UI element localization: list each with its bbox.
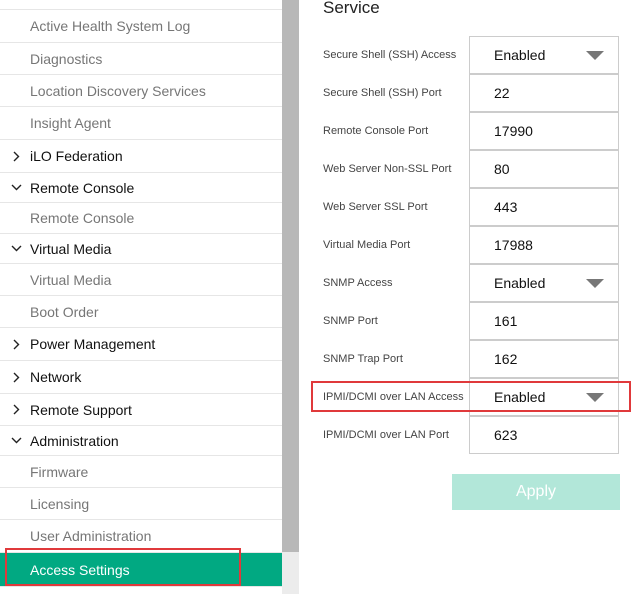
sidebar-item-label: iLO Federation [30,148,123,164]
ipmi-dcmi-over-lan-access-select[interactable]: Enabled [469,378,619,416]
sidebar-nav: Active Health System Log Diagnostics Locat… [0,0,282,594]
sidebar-item-label: Access Settings [30,561,130,578]
sidebar-item-partial[interactable] [0,0,282,10]
snmp-access-value: Enabled [494,275,546,291]
snmp-trap-port-value: 162 [494,351,518,367]
chevron-right-icon [10,404,22,416]
sidebar-item-label: Diagnostics [30,50,103,67]
secure-shell-ssh-port-value: 22 [494,85,510,101]
web-server-non-ssl-port-label: Web Server Non-SSL Port [323,163,452,175]
sidebar-item-boot-order[interactable]: Boot Order [0,296,282,328]
sidebar-item-label: Virtual Media [30,271,112,288]
web-server-non-ssl-port-value: 80 [494,161,510,177]
sidebar-item-label: Remote Support [30,401,132,418]
chevron-right-icon [10,338,22,350]
virtual-media-port-label: Virtual Media Port [323,239,411,251]
snmp-trap-port-label: SNMP Trap Port [323,353,403,365]
remote-console-port-value: 17990 [494,123,533,139]
web-server-ssl-port-value: 443 [494,199,518,215]
secure-shell-ssh-access-value: Enabled [494,47,546,63]
sidebar-scrollbar-thumb[interactable] [282,0,299,552]
web-server-ssl-port-label: Web Server SSL Port [323,201,428,213]
chevron-right-icon [10,371,22,383]
chevron-right-icon [10,150,22,162]
sidebar-item-remote-console[interactable]: Remote Console [0,203,282,234]
sidebar-item-user-administration[interactable]: User Administration [0,520,282,553]
secure-shell-ssh-port-input[interactable]: 22 [469,74,619,112]
sidebar-group-administration[interactable]: Administration [0,426,282,456]
snmp-access-select[interactable]: Enabled [469,264,619,302]
sidebar-group-network[interactable]: Network [0,361,282,394]
section-title: Service [323,0,380,17]
sidebar-group-remote-console[interactable]: Remote Console [0,173,282,203]
ipmi-dcmi-over-lan-access-label: IPMI/DCMI over LAN Access [323,391,464,403]
chevron-down-icon [10,435,22,447]
ipmi-dcmi-over-lan-port-value: 623 [494,427,518,443]
sidebar-item-diagnostics[interactable]: Diagnostics [0,43,282,75]
sidebar-group-remote-support[interactable]: Remote Support [0,394,282,426]
caret-down-icon [586,393,604,402]
snmp-port-label: SNMP Port [323,315,378,327]
sidebar-item-virtual-media[interactable]: Virtual Media [0,264,282,296]
sidebar-item-access-settings[interactable]: Access Settings [0,553,282,587]
caret-down-icon [586,51,604,60]
web-server-non-ssl-port-input[interactable]: 80 [469,150,619,188]
web-server-ssl-port-input[interactable]: 443 [469,188,619,226]
sidebar-item-label: Power Management [30,336,156,352]
chevron-down-icon [10,243,22,255]
ipmi-dcmi-over-lan-port-input[interactable]: 623 [469,416,619,454]
sidebar-scrollbar-track[interactable] [282,552,299,594]
snmp-port-input[interactable]: 161 [469,302,619,340]
secure-shell-ssh-access-label: Secure Shell (SSH) Access [323,49,457,61]
sidebar-item-label: Administration [30,432,119,449]
sidebar-item-insight-agent[interactable]: Insight Agent [0,107,282,140]
snmp-trap-port-input[interactable]: 162 [469,340,619,378]
ipmi-dcmi-over-lan-access-value: Enabled [494,389,546,405]
remote-console-port-label: Remote Console Port [323,125,429,137]
sidebar-item-label: Network [30,369,82,385]
sidebar-item-location-discovery-services[interactable]: Location Discovery Services [0,75,282,107]
sidebar-item-label: Location Discovery Services [30,82,206,99]
chevron-down-icon [10,182,22,194]
ipmi-dcmi-over-lan-port-label: IPMI/DCMI over LAN Port [323,429,449,441]
apply-button[interactable]: Apply [452,474,620,510]
sidebar-group-ilo-federation[interactable]: iLO Federation [0,140,282,173]
virtual-media-port-input[interactable]: 17988 [469,226,619,264]
sidebar-item-label: Insight Agent [30,115,111,131]
sidebar-item-label: Active Health System Log [30,18,191,34]
sidebar-item-label: Firmware [30,463,89,480]
sidebar-item-label: User Administration [30,528,152,544]
sidebar-item-label: Licensing [30,495,90,512]
sidebar-group-power-management[interactable]: Power Management [0,328,282,361]
virtual-media-port-value: 17988 [494,237,533,253]
sidebar-group-virtual-media[interactable]: Virtual Media [0,234,282,264]
sidebar-item-label: Virtual Media [30,240,112,257]
sidebar-item-firmware[interactable]: Firmware [0,456,282,488]
remote-console-port-input[interactable]: 17990 [469,112,619,150]
sidebar-item-active-health-system-log[interactable]: Active Health System Log [0,10,282,43]
secure-shell-ssh-port-label: Secure Shell (SSH) Port [323,87,442,99]
sidebar-item-label: Boot Order [30,303,99,320]
service-settings-panel: Service Secure Shell (SSH) Access Enabled… [299,0,644,594]
snmp-port-value: 161 [494,313,518,329]
snmp-access-label: SNMP Access [323,277,393,289]
sidebar-item-label: Remote Console [30,210,135,226]
secure-shell-ssh-access-select[interactable]: Enabled [469,36,619,74]
sidebar-item-licensing[interactable]: Licensing [0,488,282,520]
caret-down-icon [586,279,604,288]
sidebar-item-label: Remote Console [30,179,135,196]
